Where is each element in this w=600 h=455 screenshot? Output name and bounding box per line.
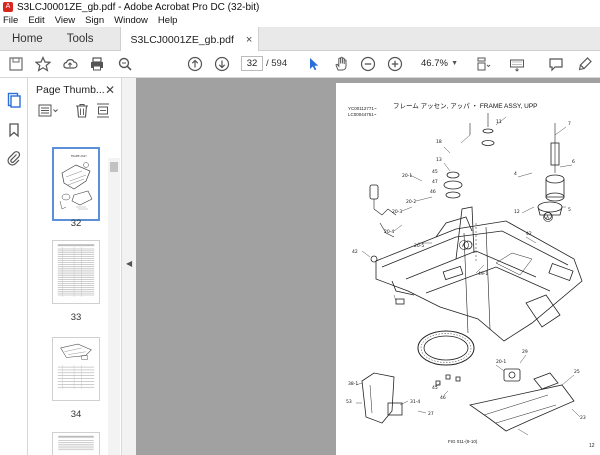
svg-text:42: 42 [526,231,532,237]
svg-text:20-2: 20-2 [406,199,416,205]
menu-help[interactable]: Help [158,15,178,26]
svg-text:47: 47 [432,179,438,185]
document-tab-label: S3LCJ0001ZE_gb.pdf [130,33,234,46]
panel-toolbar [28,102,123,120]
svg-text:27: 27 [428,411,434,417]
print-icon[interactable] [89,56,105,72]
svg-text:7: 7 [568,121,571,127]
thumbnail-options-icon[interactable] [38,104,60,118]
zoom-level-value: 46.7% [421,58,448,69]
page-thumbnails-icon[interactable] [6,92,22,108]
svg-text:29: 29 [522,349,528,355]
thumbnail-label-33: 33 [70,312,82,323]
svg-text:38-1: 38-1 [348,381,358,387]
bookmark-star-icon[interactable] [35,56,51,72]
zoom-search-icon[interactable] [117,56,133,72]
exploded-parts-diagram: A A 13 18 45 47 46 11 7 6 5 4 12 20-1 20… [346,113,586,436]
menu-sign[interactable]: Sign [85,15,104,26]
document-viewer[interactable]: YC00112771~ LC00044751~ フレーム アッセン, アッパ ・… [136,78,600,455]
page-thumbnail-32[interactable]: FRAME ASSY [52,147,100,221]
select-cursor-icon[interactable] [306,56,322,72]
collapse-panel-icon[interactable]: ◀ [126,259,132,268]
svg-text:42: 42 [352,249,358,255]
attachments-paperclip-icon[interactable] [6,150,22,166]
next-page-icon[interactable] [214,56,230,72]
keyboard-icon[interactable] [509,56,525,72]
svg-text:23: 23 [580,415,586,421]
svg-text:20-1: 20-1 [496,359,506,365]
tab-document[interactable]: S3LCJ0001ZE_gb.pdf × [119,27,260,52]
panel-title: Page Thumb... [36,84,105,96]
thumbnail-scrollbar[interactable] [108,158,120,455]
close-panel-icon[interactable]: ✕ [105,83,115,97]
highlight-pen-icon[interactable] [577,56,593,72]
panel-splitter[interactable]: ◀ [121,78,136,455]
menu-file[interactable]: File [3,15,18,26]
pdf-page: YC00112771~ LC00044751~ フレーム アッセン, アッパ ・… [336,83,600,455]
close-tab-icon[interactable]: × [246,28,252,52]
left-navigation-rail [0,78,28,455]
delete-trash-icon[interactable] [75,103,89,118]
main-toolbar: 32 / 594 46.7% ▼ [0,51,600,78]
svg-text:31-4: 31-4 [410,399,420,405]
thumbnail-label-34: 34 [70,409,82,420]
svg-text:13: 13 [436,157,442,163]
menu-window[interactable]: Window [114,15,148,26]
svg-text:49-1: 49-1 [478,271,488,277]
svg-text:A: A [546,215,550,221]
svg-text:46: 46 [440,395,446,401]
hand-tool-icon[interactable] [333,56,349,72]
page-number-input[interactable]: 32 [241,56,263,71]
svg-text:20-5: 20-5 [414,243,424,249]
menu-bar: File Edit View Sign Window Help [0,14,600,27]
zoom-in-icon[interactable] [387,56,403,72]
svg-text:20-3: 20-3 [392,209,402,215]
tab-tools[interactable]: Tools [55,27,106,50]
scrollbar-thumb[interactable] [110,162,118,172]
tab-home[interactable]: Home [0,27,55,50]
zoom-out-icon[interactable] [360,56,376,72]
svg-text:20-1: 20-1 [402,173,412,179]
svg-text:5: 5 [568,207,571,213]
page-thumbnail-35[interactable] [52,432,100,455]
thumbnail-list: FRAME ASSY 32 33 34 [28,132,112,455]
page-display-icon[interactable] [475,56,491,72]
window-title: S3LCJ0001ZE_gb.pdf - Adobe Acrobat Pro D… [17,1,260,13]
menu-edit[interactable]: Edit [28,15,44,26]
previous-page-icon[interactable] [187,56,203,72]
tab-bar: Home Tools S3LCJ0001ZE_gb.pdf × [0,27,600,52]
svg-text:4: 4 [514,171,517,177]
svg-text:46: 46 [430,189,436,195]
printed-page-number: 12 [589,443,595,449]
chevron-down-icon: ▼ [451,60,458,67]
page-thumbnail-34[interactable] [52,337,100,401]
svg-text:25: 25 [574,369,580,375]
svg-text:11: 11 [496,119,502,125]
page-properties-icon[interactable] [96,103,110,118]
figure-reference: FIG 011-(9-10) [448,439,478,444]
title-bar: A S3LCJ0001ZE_gb.pdf - Adobe Acrobat Pro… [0,0,600,14]
svg-text:6: 6 [572,159,575,165]
svg-text:53: 53 [346,399,352,405]
acrobat-app-icon: A [3,2,13,12]
svg-text:45: 45 [432,385,438,391]
comment-icon[interactable] [548,56,564,72]
thumbnail-label-32: 32 [70,218,82,229]
svg-text:20-4: 20-4 [384,229,394,235]
svg-text:12: 12 [514,209,520,215]
panel-header: Page Thumb... ✕ [28,78,123,102]
menu-view[interactable]: View [55,15,75,26]
svg-text:18: 18 [436,139,442,145]
zoom-level-dropdown[interactable]: 46.7% ▼ [413,56,460,71]
svg-text:FRAME ASSY: FRAME ASSY [71,154,87,158]
page-total: / 594 [266,58,288,69]
save-icon[interactable] [8,56,24,72]
svg-text:45: 45 [432,169,438,175]
page-thumbnail-33[interactable] [52,240,100,304]
bookmarks-icon[interactable] [6,122,22,138]
cloud-upload-icon[interactable] [62,56,78,72]
